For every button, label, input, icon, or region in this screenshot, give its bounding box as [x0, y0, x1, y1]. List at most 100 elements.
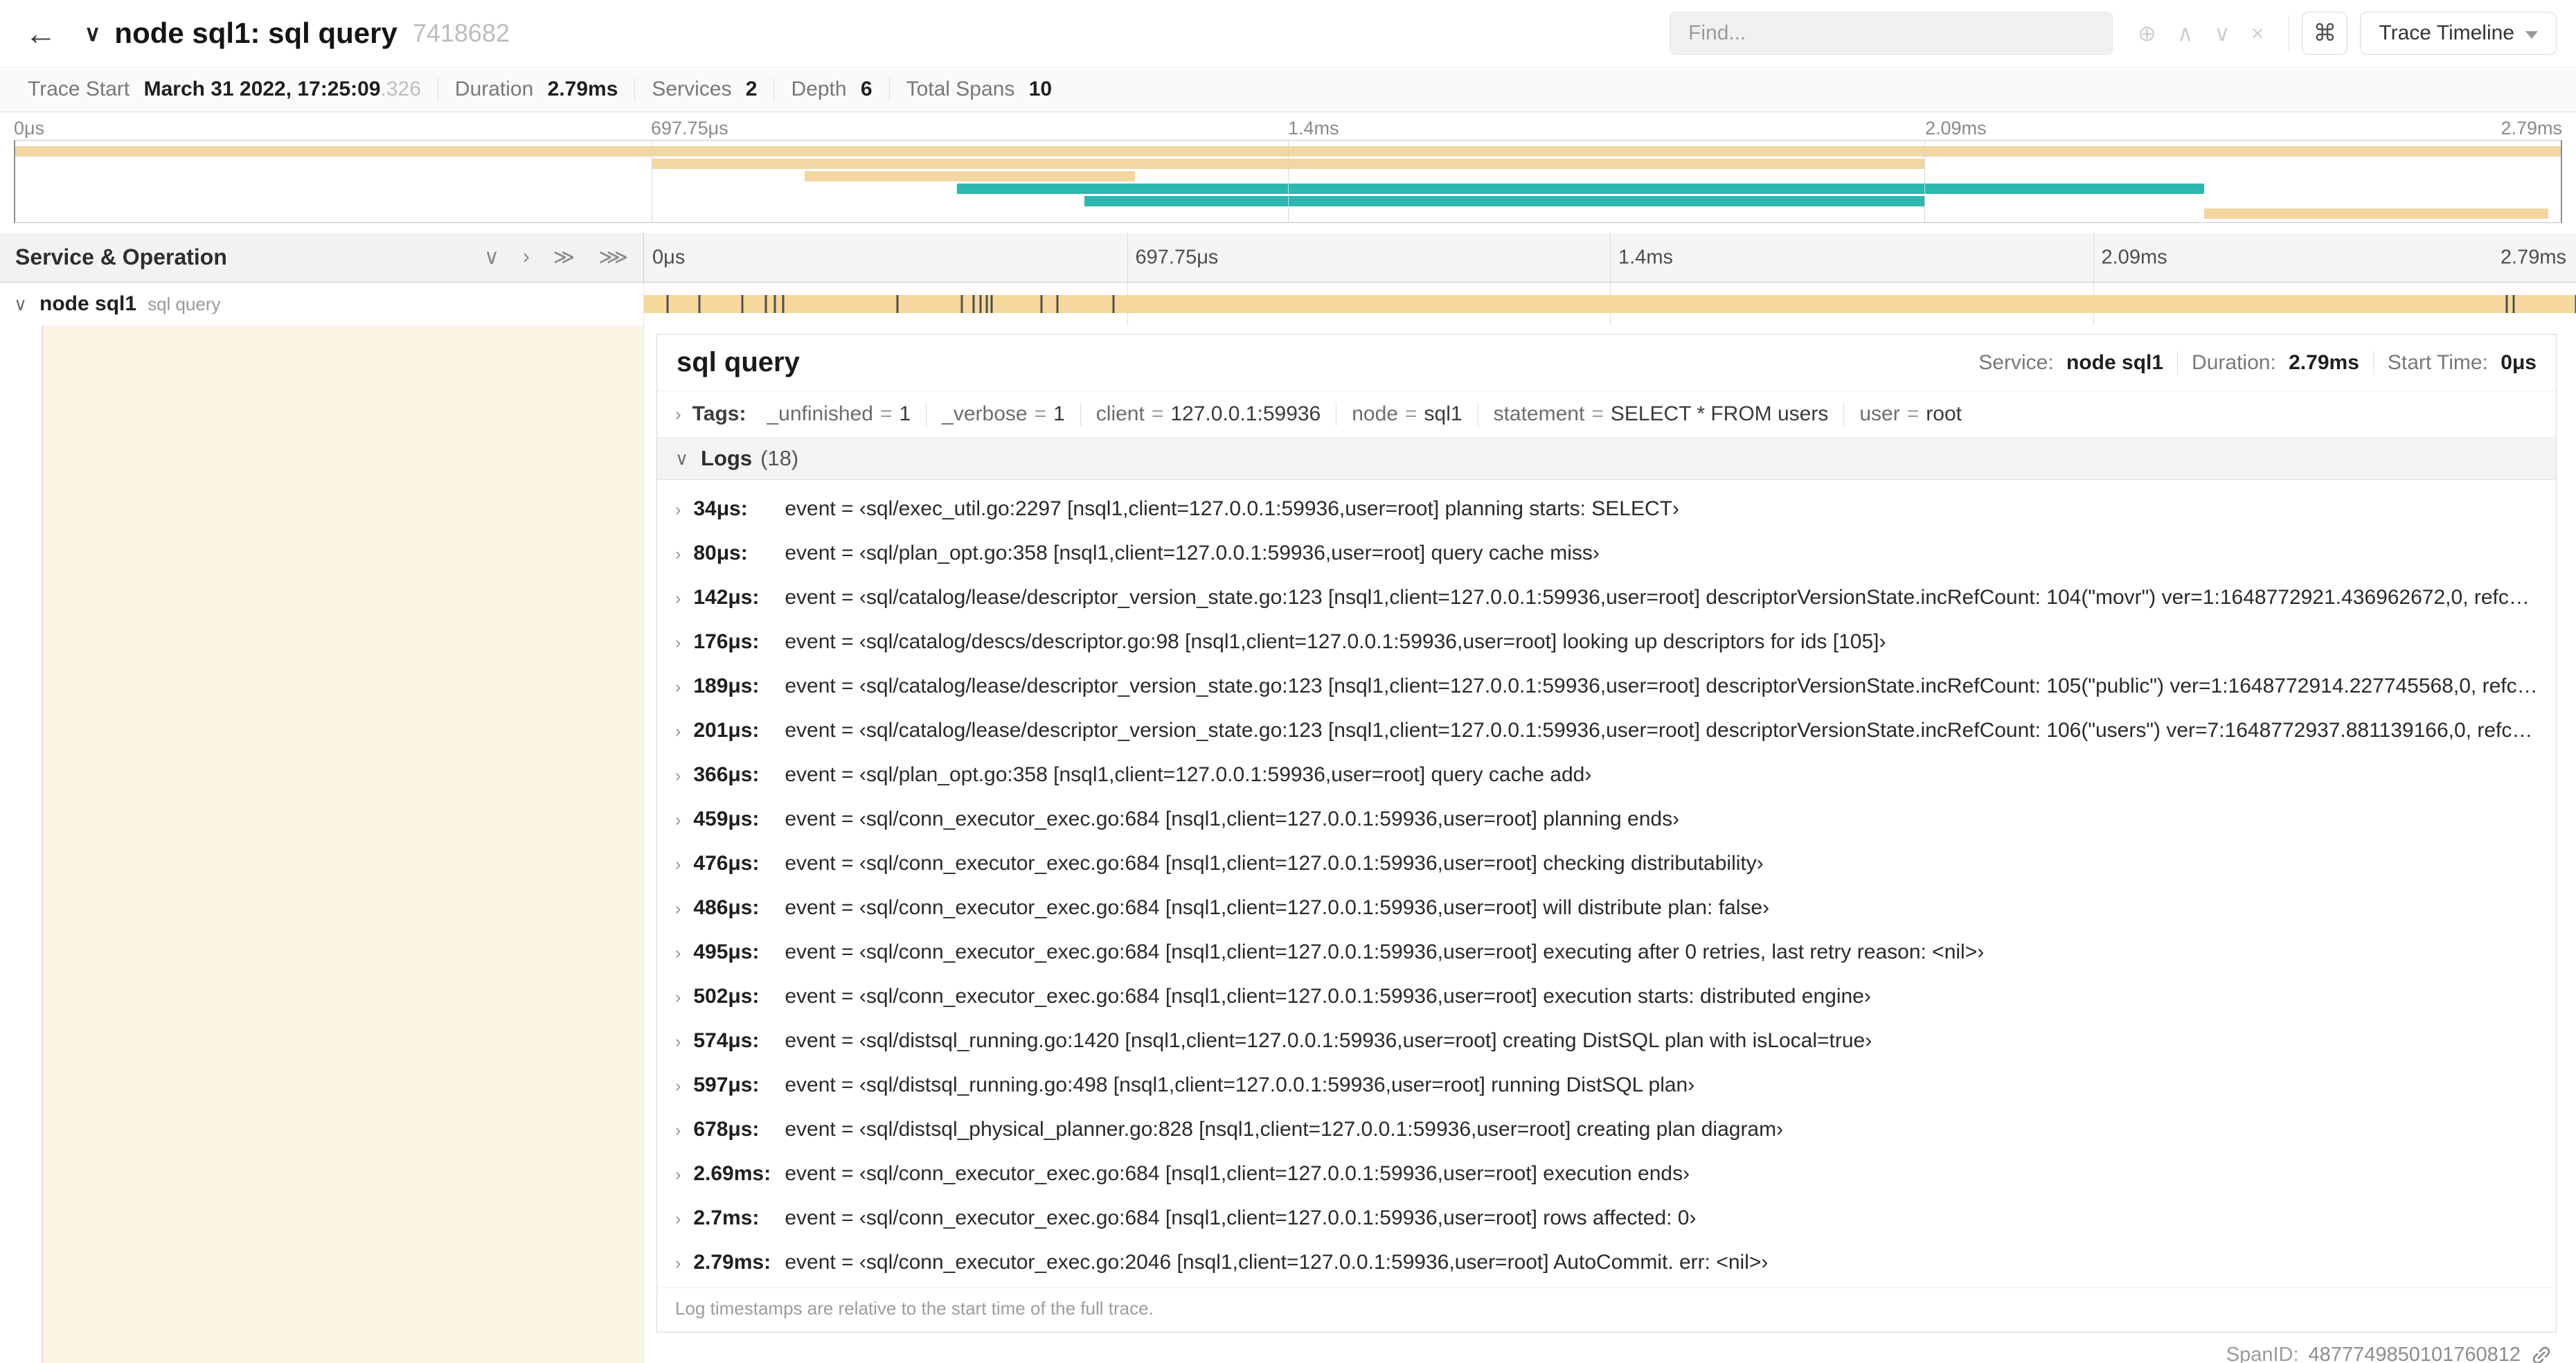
- clear-search-icon[interactable]: ×: [2251, 21, 2264, 46]
- span-meta-item: Start Time: 0μs: [2372, 350, 2537, 375]
- ruler-tick-label: 1.4ms: [1618, 246, 1673, 268]
- tag-value: 127.0.0.1:59936: [1170, 402, 1321, 425]
- log-entry[interactable]: › 366μs: event = ‹sql/plan_opt.go:358 [n…: [657, 753, 2556, 797]
- expand-one-icon[interactable]: ›: [523, 245, 530, 269]
- ruler-gridline: [1127, 233, 1128, 282]
- log-event-tick[interactable]: [773, 295, 776, 313]
- log-timestamp: 189μs:: [693, 675, 760, 697]
- log-event-tick[interactable]: [741, 295, 744, 313]
- expand-all-icon[interactable]: ⋙: [598, 245, 628, 269]
- log-event-tick[interactable]: [2512, 295, 2515, 313]
- ruler-tick-label: 0μs: [14, 118, 45, 139]
- log-event-tick[interactable]: [896, 295, 899, 313]
- span-timeline-cell[interactable]: [644, 283, 2576, 326]
- log-entry[interactable]: › 189μs: event = ‹sql/catalog/lease/desc…: [657, 664, 2556, 709]
- log-entry[interactable]: › 678μs: event = ‹sql/distsql_physical_p…: [657, 1107, 2556, 1152]
- log-entry[interactable]: › 502μs: event = ‹sql/conn_executor_exec…: [657, 974, 2556, 1019]
- logs-footnote: Log timestamps are relative to the start…: [657, 1288, 2556, 1332]
- tag-value: root: [1926, 402, 1962, 425]
- log-entry[interactable]: › 2.79ms: event = ‹sql/conn_executor_exe…: [657, 1240, 2556, 1285]
- trace-title-collapse-icon[interactable]: ∨: [84, 20, 100, 46]
- logs-section-header[interactable]: ∨ Logs (18): [657, 438, 2556, 480]
- log-entry[interactable]: › 476μs: event = ‹sql/conn_executor_exec…: [657, 841, 2556, 886]
- span-children-collapse-icon[interactable]: ∨: [14, 294, 27, 315]
- minimap-ruler: 0μs 697.75μs 1.4ms 2.09ms 2.79ms: [14, 116, 2562, 140]
- log-message: event = ‹sql/conn_executor_exec.go:684 […: [785, 941, 1985, 963]
- log-timestamp: 142μs:: [693, 586, 760, 609]
- minimap-canvas[interactable]: [14, 140, 2562, 223]
- deep-link-icon[interactable]: [2530, 1344, 2552, 1363]
- tags-list: _unfinished = 1 _verbose = 1 client = 127.0.0.…: [751, 402, 1977, 426]
- log-event-tick[interactable]: [698, 295, 701, 313]
- span-tag: statement = SELECT * FROM users: [1477, 402, 1844, 426]
- collapse-all-icon[interactable]: ≫: [553, 245, 575, 269]
- chevron-right-icon: ›: [675, 810, 681, 830]
- span-detail-meta: Service: node sql1 Duration: 2.79ms Star…: [1965, 350, 2537, 375]
- ruler-tick-label: 697.75μs: [1135, 246, 1219, 268]
- log-event-tick[interactable]: [764, 295, 767, 313]
- tag-value: SELECT * FROM users: [1610, 402, 1829, 425]
- log-entry[interactable]: › 574μs: event = ‹sql/distsql_running.go…: [657, 1019, 2556, 1063]
- log-event-tick[interactable]: [666, 295, 669, 313]
- span-name-cell[interactable]: ∨ node sql1 sql query: [0, 283, 644, 326]
- log-entry[interactable]: › 80μs: event = ‹sql/plan_opt.go:358 [ns…: [657, 531, 2556, 576]
- logs-list: › 34μs: event = ‹sql/exec_util.go:2297 […: [657, 480, 2556, 1288]
- log-message: event = ‹sql/distsql_running.go:498 [nsq…: [785, 1074, 1695, 1096]
- span-bar[interactable]: [644, 295, 2576, 313]
- next-result-icon[interactable]: ∨: [2214, 20, 2230, 46]
- log-entry[interactable]: › 459μs: event = ‹sql/conn_executor_exec…: [657, 797, 2556, 841]
- log-timestamp: 495μs:: [693, 941, 760, 963]
- log-event-tick[interactable]: [782, 295, 785, 313]
- tags-section[interactable]: › Tags: _unfinished = 1 _verbose = 1 cli…: [657, 391, 2556, 438]
- log-event-tick[interactable]: [979, 295, 982, 313]
- log-entry[interactable]: › 2.69ms: event = ‹sql/conn_executor_exe…: [657, 1152, 2556, 1196]
- span-id-value: 4877749850101760812: [2308, 1344, 2521, 1363]
- minimap-span-bar: [1084, 196, 1924, 206]
- log-event-tick[interactable]: [1040, 295, 1043, 313]
- log-entry[interactable]: › 486μs: event = ‹sql/conn_executor_exec…: [657, 886, 2556, 930]
- log-entry[interactable]: › 176μs: event = ‹sql/catalog/descs/desc…: [657, 620, 2556, 664]
- keyboard-shortcuts-button[interactable]: ⌘: [2302, 12, 2348, 55]
- collapse-one-icon[interactable]: ∨: [484, 245, 499, 269]
- log-message: event = ‹sql/catalog/descs/descriptor.go…: [785, 630, 1886, 653]
- log-event-tick[interactable]: [985, 295, 988, 313]
- chevron-right-icon: ›: [675, 677, 681, 697]
- log-event-tick[interactable]: [1056, 295, 1059, 313]
- ruler-gridline: [1610, 233, 1611, 282]
- summary-value: 10: [1028, 78, 1053, 100]
- previous-result-icon[interactable]: ∧: [2177, 20, 2193, 46]
- locate-icon[interactable]: ⊕: [2138, 20, 2156, 46]
- log-timestamp: 2.79ms:: [693, 1251, 771, 1274]
- tag-key: node: [1352, 402, 1398, 425]
- chevron-down-icon: [2525, 30, 2538, 39]
- chevron-right-icon: ›: [675, 766, 681, 785]
- meta-label: Start Time:: [2387, 350, 2488, 374]
- trace-view-dropdown[interactable]: Trace Timeline: [2360, 12, 2557, 55]
- ruler-tick-label: 0μs: [652, 246, 686, 268]
- log-entry[interactable]: › 201μs: event = ‹sql/catalog/lease/desc…: [657, 709, 2556, 753]
- log-event-tick[interactable]: [960, 295, 963, 313]
- log-entry[interactable]: › 34μs: event = ‹sql/exec_util.go:2297 […: [657, 487, 2556, 531]
- log-timestamp: 2.7ms:: [693, 1206, 760, 1229]
- log-event-tick[interactable]: [990, 295, 993, 313]
- log-event-tick[interactable]: [972, 295, 975, 313]
- log-timestamp: 678μs:: [693, 1118, 760, 1141]
- log-entry[interactable]: › 2.7ms: event = ‹sql/conn_executor_exec…: [657, 1196, 2556, 1240]
- service-operation-header: Service & Operation ∨ › ≫ ⋙: [0, 233, 644, 282]
- tag-value: 1: [1053, 402, 1065, 425]
- summary-label: Total Spans: [906, 78, 1015, 100]
- ruler-tick-label: 2.79ms: [2501, 118, 2562, 139]
- log-event-tick[interactable]: [2505, 295, 2508, 313]
- meta-value: node sql1: [2066, 350, 2164, 374]
- log-entry[interactable]: › 495μs: event = ‹sql/conn_executor_exec…: [657, 930, 2556, 974]
- trace-view-label: Trace Timeline: [2379, 21, 2514, 44]
- log-entry[interactable]: › 142μs: event = ‹sql/catalog/lease/desc…: [657, 576, 2556, 620]
- log-event-tick[interactable]: [1112, 295, 1115, 313]
- log-entry[interactable]: › 597μs: event = ‹sql/distsql_running.go…: [657, 1063, 2556, 1107]
- chevron-right-icon: ›: [675, 544, 681, 564]
- find-input[interactable]: [1670, 12, 2113, 55]
- back-arrow-icon[interactable]: ←: [25, 15, 57, 52]
- tag-key: client: [1095, 402, 1145, 425]
- tag-equals: =: [1034, 402, 1047, 425]
- summary-label: Duration: [454, 78, 534, 100]
